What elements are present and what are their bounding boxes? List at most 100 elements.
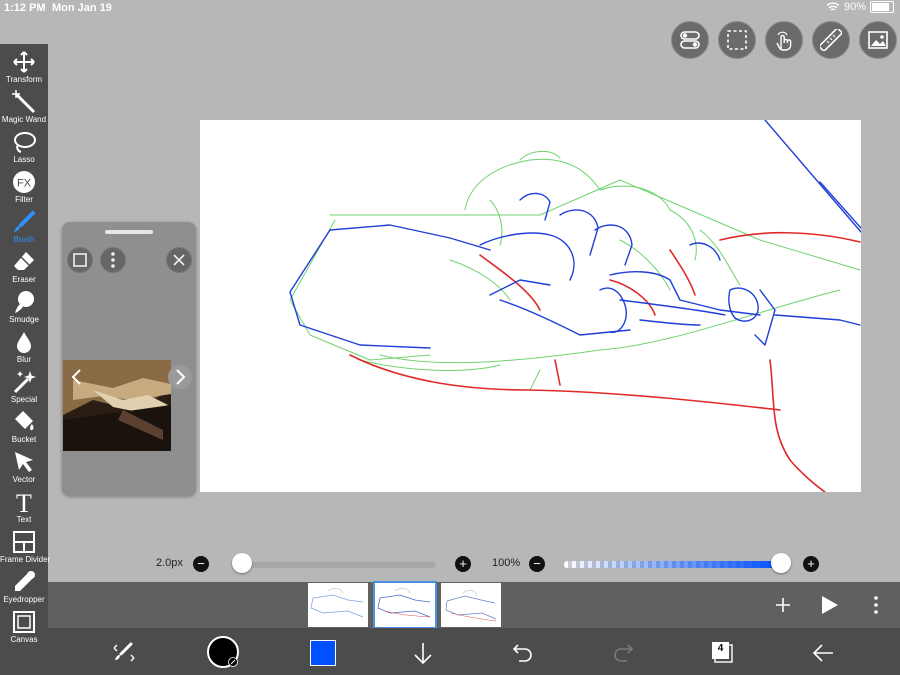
import-button[interactable] — [411, 641, 435, 665]
tool-sidebar: Transform Magic Wand Lasso FX Filter Bru… — [0, 44, 51, 675]
layer-count: 4 — [717, 643, 724, 654]
wifi-icon — [826, 2, 840, 11]
fx-icon: FX — [13, 171, 35, 193]
opacity-increase[interactable]: + — [803, 556, 819, 572]
tool-magic-wand[interactable]: Magic Wand — [0, 88, 48, 128]
tool-label: Filter — [15, 195, 33, 204]
battery-icon — [870, 1, 894, 13]
tool-label: Lasso — [13, 155, 35, 164]
brush-size-decrease[interactable]: − — [193, 556, 209, 572]
arrow-down-icon — [414, 643, 432, 665]
move-icon — [13, 51, 35, 73]
more-vertical-icon — [111, 252, 115, 268]
more-vertical-icon — [874, 596, 878, 614]
tool-text[interactable]: T Text — [0, 488, 48, 528]
svg-text:T: T — [16, 490, 32, 514]
sparkle-icon — [13, 371, 36, 394]
plus-icon: + — [807, 556, 815, 571]
brush-swap-icon — [113, 642, 135, 662]
tool-brush[interactable]: Brush — [0, 208, 48, 248]
brush-size-slider[interactable] — [232, 562, 436, 568]
opacity-decrease[interactable]: − — [529, 556, 545, 572]
reference-prev-button[interactable] — [65, 365, 89, 389]
canvas-icon — [13, 611, 35, 633]
tool-special[interactable]: Special — [0, 368, 48, 408]
layer-settings-button[interactable] — [671, 21, 709, 59]
brush-size-label: 2.0px — [156, 557, 183, 569]
tool-label: Smudge — [9, 315, 39, 324]
undo-button[interactable] — [511, 641, 535, 665]
reference-close-button[interactable] — [166, 247, 192, 273]
tool-canvas[interactable]: Canvas — [0, 608, 48, 648]
tool-label: Brush — [13, 235, 35, 244]
frame-divider-icon — [13, 531, 35, 553]
tool-label: Transform — [5, 75, 43, 84]
tool-label: Frame Divider — [0, 555, 51, 564]
play-animation-button[interactable] — [818, 594, 840, 616]
layers-button[interactable]: 4 — [710, 640, 736, 666]
tool-smudge[interactable]: Smudge — [0, 288, 48, 328]
bottom-bar — [48, 628, 900, 675]
text-icon: T — [16, 490, 32, 514]
back-button[interactable] — [811, 641, 835, 665]
frame-thumbnail-2[interactable] — [373, 581, 437, 629]
drawing-canvas[interactable] — [200, 119, 862, 493]
selection-icon — [727, 30, 747, 50]
tool-label: Eyedropper — [3, 595, 45, 604]
lasso-icon — [14, 132, 36, 153]
opacity-slider[interactable] — [564, 561, 781, 568]
frame-thumbnail-1[interactable] — [308, 583, 368, 627]
status-time: 1:12 PM — [4, 2, 46, 14]
tool-label: Special — [10, 395, 38, 404]
close-icon — [173, 254, 185, 266]
brush-color-preview[interactable] — [207, 636, 239, 668]
square-icon — [73, 253, 87, 267]
tool-label: Canvas — [10, 635, 38, 644]
reference-next-button[interactable] — [168, 365, 192, 389]
minus-icon: − — [197, 556, 205, 571]
tool-label: Eraser — [12, 275, 36, 284]
bucket-icon — [15, 411, 34, 431]
brush-settings-button[interactable] — [111, 640, 137, 666]
opacity-knob[interactable] — [771, 553, 791, 573]
redo-button[interactable] — [611, 641, 635, 665]
panel-drag-handle[interactable] — [105, 230, 153, 234]
reference-panel[interactable] — [62, 222, 196, 496]
toggle-icon — [680, 31, 700, 49]
tool-lasso[interactable]: Lasso — [0, 128, 48, 168]
tool-frame-divider[interactable]: Frame Divider — [0, 528, 51, 568]
ruler-button[interactable] — [812, 21, 850, 59]
brush-size-increase[interactable]: + — [455, 556, 471, 572]
tool-label: Text — [16, 515, 32, 524]
material-button[interactable] — [859, 21, 897, 59]
brush-size-knob[interactable] — [232, 553, 253, 573]
image-icon — [868, 31, 888, 49]
tool-label: Magic Wand — [1, 115, 47, 124]
status-bar: 1:12 PM Mon Jan 19 90% — [0, 0, 900, 16]
tool-blur[interactable]: Blur — [0, 328, 48, 368]
reference-mode-button[interactable] — [67, 247, 93, 273]
color-swatch-button[interactable] — [310, 640, 336, 666]
frame-thumbnail-3[interactable] — [441, 583, 501, 627]
chevron-right-icon — [176, 369, 186, 385]
touch-button[interactable] — [765, 21, 803, 59]
frame-menu-button[interactable] — [866, 594, 886, 616]
reference-menu-button[interactable] — [100, 247, 126, 273]
tool-transform[interactable]: Transform — [0, 48, 48, 88]
selection-button[interactable] — [718, 21, 756, 59]
cursor-icon — [15, 452, 33, 472]
arrow-left-icon — [812, 644, 833, 662]
add-frame-button[interactable] — [772, 594, 794, 616]
tool-bucket[interactable]: Bucket — [0, 408, 48, 448]
eyedropper-icon — [15, 571, 35, 591]
tool-filter[interactable]: FX Filter — [0, 168, 48, 208]
status-right: 90% — [826, 1, 894, 13]
tool-label: Bucket — [11, 435, 37, 444]
tool-eraser[interactable]: Eraser — [0, 248, 48, 288]
eraser-icon — [14, 252, 34, 270]
tool-eyedropper[interactable]: Eyedropper — [0, 568, 48, 608]
tool-vector[interactable]: Vector — [0, 448, 48, 488]
blur-drop-icon — [17, 332, 31, 353]
plus-icon — [776, 598, 790, 612]
ruler-icon — [820, 29, 842, 51]
